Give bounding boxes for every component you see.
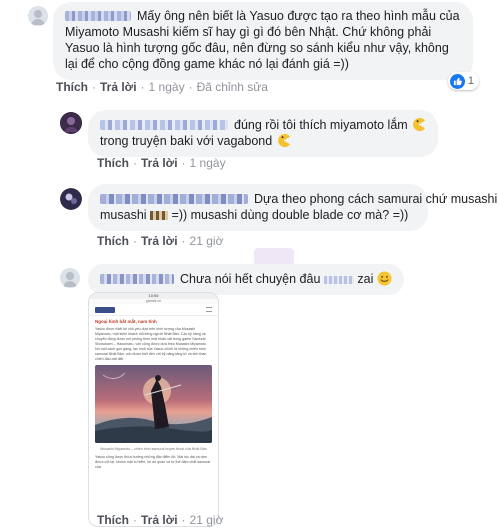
edited-label[interactable]: Đã chỉnh sửa bbox=[197, 80, 268, 94]
comment-text-line-1: Dựa theo phong cách samurai chứ musashi bbox=[254, 192, 498, 206]
site-header bbox=[89, 304, 218, 316]
pacman-emoji-icon bbox=[276, 133, 291, 148]
hamburger-menu-icon bbox=[206, 307, 212, 312]
comment-text-end: zai bbox=[357, 272, 374, 286]
reply-1-actions: Thích · Trả lời · 1 ngày bbox=[97, 156, 226, 170]
author-name-redacted[interactable] bbox=[65, 10, 131, 21]
smile-emoji-icon bbox=[377, 271, 392, 286]
comment-1-actions: Thích · Trả lời · 1 ngày · Đã chỉnh sửa bbox=[56, 80, 268, 94]
reply-1: đúng rồi tôi thích miyamoto lắm trong tr… bbox=[60, 110, 438, 157]
avatar-icon bbox=[31, 10, 45, 25]
reply-2-actions: Thích · Trả lời · 21 giờ bbox=[97, 234, 224, 248]
author-name-redacted[interactable] bbox=[100, 119, 228, 130]
image-caption: Musashi Miyamoto – chiến binh samurai hu… bbox=[100, 447, 207, 451]
samurai-illustration bbox=[95, 365, 212, 443]
like-link[interactable]: Thích bbox=[97, 156, 129, 170]
reply-3-actions: Thích · Trả lời · 21 giờ bbox=[97, 513, 224, 527]
attached-screenshot-image[interactable]: 10:55 gamek.vn Ngoại hình bắt mắt, nam t… bbox=[88, 292, 219, 527]
article-headline: Ngoại hình bắt mắt, nam tính bbox=[95, 319, 157, 324]
redacted-mark bbox=[150, 211, 169, 221]
reply-link[interactable]: Trả lời bbox=[141, 156, 178, 170]
like-link[interactable]: Thích bbox=[97, 234, 129, 248]
article-body-2: Yasuo cũng được thừa hưởng những đặc điể… bbox=[95, 455, 211, 469]
avatar[interactable] bbox=[60, 188, 82, 210]
pacman-emoji-icon bbox=[411, 117, 426, 132]
redacted-mark bbox=[323, 275, 354, 284]
comment-bubble: Chưa nói hết chuyện đâu zai bbox=[88, 264, 404, 295]
reaction-badge[interactable]: 1 bbox=[447, 72, 479, 90]
timestamp[interactable]: 21 giờ bbox=[190, 513, 224, 527]
timestamp[interactable]: 1 ngày bbox=[149, 80, 185, 94]
avatar[interactable] bbox=[60, 112, 82, 134]
author-name-redacted[interactable] bbox=[100, 193, 248, 204]
avatar-image-icon bbox=[60, 112, 82, 134]
avatar[interactable] bbox=[60, 268, 80, 288]
like-link[interactable]: Thích bbox=[56, 80, 88, 94]
reply-2: Dựa theo phong cách samurai chứ musashi … bbox=[60, 184, 497, 231]
comment-text-line-1: đúng rồi tôi thích miyamoto lắm bbox=[234, 118, 408, 132]
reaction-count: 1 bbox=[467, 75, 474, 87]
thumbs-up-icon bbox=[449, 73, 465, 89]
comment-text-line-2: trong truyện baki với vagabond bbox=[100, 134, 273, 148]
samurai-artwork-icon bbox=[95, 372, 212, 443]
timestamp[interactable]: 21 giờ bbox=[190, 234, 224, 248]
article-body-1: Yasuo được thiết kế chủ yếu dựa trên hìn… bbox=[95, 327, 207, 361]
avatar-image-icon bbox=[60, 188, 82, 210]
author-name-redacted[interactable] bbox=[100, 273, 174, 284]
comment-bubble: đúng rồi tôi thích miyamoto lắm trong tr… bbox=[88, 110, 438, 157]
comment-bubble: Mấy ông nên biết là Yasuo được tạo ra th… bbox=[53, 2, 479, 90]
reply-link[interactable]: Trả lời bbox=[100, 80, 137, 94]
site-logo bbox=[95, 306, 115, 313]
comment-text-line-2a: musashi bbox=[100, 208, 147, 222]
comment-text: Chưa nói hết chuyện đâu bbox=[180, 272, 321, 286]
comment-bubble: Dựa theo phong cách samurai chứ musashi … bbox=[88, 184, 497, 231]
like-link[interactable]: Thích bbox=[97, 513, 129, 527]
reply-3: Chưa nói hết chuyện đâu zai bbox=[60, 264, 404, 295]
avatar[interactable] bbox=[28, 6, 48, 26]
comment-text-line-2b: =)) musashi dùng double blade cơ mà? =)) bbox=[171, 208, 409, 222]
reply-link[interactable]: Trả lời bbox=[141, 513, 178, 527]
timestamp[interactable]: 1 ngày bbox=[190, 156, 226, 170]
reply-link[interactable]: Trả lời bbox=[141, 234, 178, 248]
avatar-icon bbox=[63, 272, 77, 287]
comment-1: Mấy ông nên biết là Yasuo được tạo ra th… bbox=[28, 2, 479, 90]
